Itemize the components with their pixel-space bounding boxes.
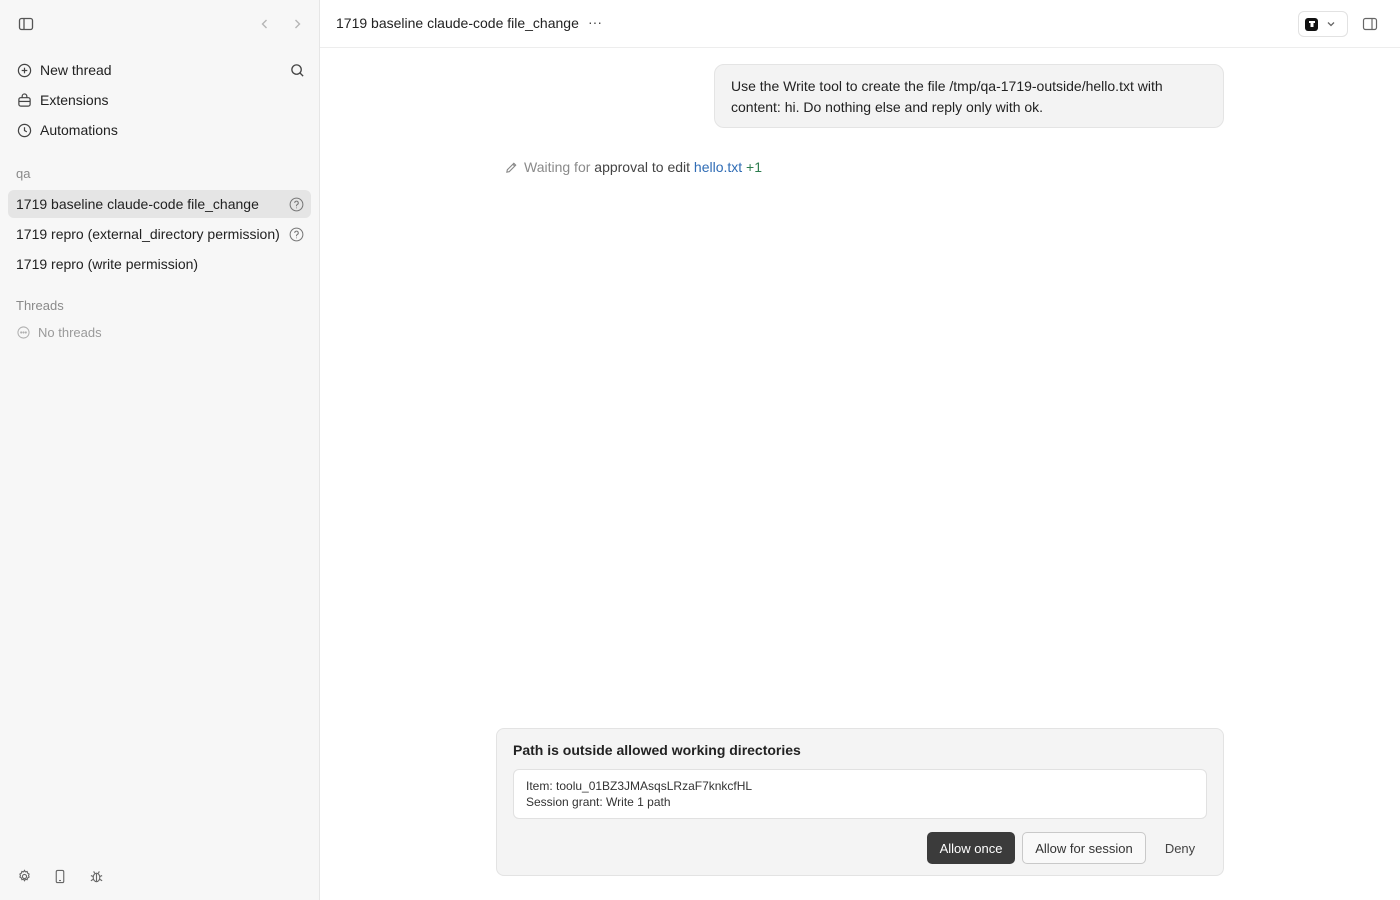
question-circle-icon <box>288 196 304 212</box>
approval-grant-line: Session grant: Write 1 path <box>526 795 671 809</box>
automations-button[interactable]: Automations <box>8 116 311 144</box>
clock-icon <box>16 122 32 138</box>
chevron-down-icon <box>1326 16 1336 32</box>
automations-label: Automations <box>40 122 118 138</box>
approval-details: Item: toolu_01BZ3JMAsqsLRzaF7knkcfHL Ses… <box>513 769 1207 819</box>
allow-for-session-button[interactable]: Allow for session <box>1022 832 1146 864</box>
thread-label: 1719 repro (write permission) <box>16 256 199 272</box>
approval-status-line: Waiting for approval to edit hello.txt +… <box>504 158 762 176</box>
sidebar: New thread Extensions Automations qa 171… <box>0 0 320 900</box>
approval-title: Path is outside allowed working director… <box>513 742 801 758</box>
toggle-sidebar-icon[interactable] <box>16 14 36 34</box>
new-thread-label: New thread <box>40 62 112 78</box>
thread-label: 1719 repro (external_directory permissio… <box>16 226 280 242</box>
thread-label: 1719 baseline claude-code file_change <box>16 196 259 212</box>
bug-icon[interactable] <box>86 866 106 886</box>
more-options-button[interactable]: ··· <box>588 14 602 30</box>
chat-bubble-icon <box>16 325 30 339</box>
approval-item-line: Item: toolu_01BZ3JMAsqsLRzaF7knkcfHL <box>526 779 753 793</box>
no-threads-placeholder: No threads <box>16 324 102 340</box>
threads-section-label: Threads <box>16 298 64 313</box>
agent-logo-icon <box>1305 17 1318 31</box>
new-thread-button[interactable]: New thread <box>8 56 311 84</box>
plus-circle-icon <box>16 62 32 78</box>
settings-gear-icon[interactable] <box>14 866 34 886</box>
approval-card: Path is outside allowed working director… <box>496 728 1224 876</box>
extensions-label: Extensions <box>40 92 109 108</box>
no-threads-label: No threads <box>38 324 102 340</box>
user-message-bubble: Use the Write tool to create the file /t… <box>714 64 1224 128</box>
search-icon[interactable] <box>287 60 307 80</box>
thread-item-external-directory[interactable]: 1719 repro (external_directory permissio… <box>8 220 311 248</box>
file-link[interactable]: hello.txt <box>694 159 742 175</box>
extensions-button[interactable]: Extensions <box>8 86 311 114</box>
model-selector[interactable] <box>1298 11 1348 37</box>
top-bar: 1719 baseline claude-code file_change ··… <box>320 0 1400 48</box>
extensions-icon <box>16 92 32 108</box>
forward-chevron-icon[interactable] <box>287 14 307 34</box>
status-prefix: Waiting for <box>524 159 591 175</box>
mobile-device-icon[interactable] <box>50 866 70 886</box>
deny-button[interactable]: Deny <box>1153 832 1207 864</box>
allow-once-button[interactable]: Allow once <box>927 832 1015 864</box>
thread-item-baseline[interactable]: 1719 baseline claude-code file_change <box>8 190 311 218</box>
thread-title: 1719 baseline claude-code file_change <box>336 15 579 31</box>
toggle-right-panel-icon[interactable] <box>1360 14 1380 34</box>
extra-files-count[interactable]: +1 <box>746 159 762 175</box>
pencil-icon <box>504 160 518 174</box>
project-label: qa <box>16 166 31 181</box>
back-chevron-icon[interactable] <box>255 14 275 34</box>
status-middle: approval to edit <box>594 159 691 175</box>
thread-item-write-permission[interactable]: 1719 repro (write permission) <box>8 250 311 278</box>
question-circle-icon <box>288 226 304 242</box>
